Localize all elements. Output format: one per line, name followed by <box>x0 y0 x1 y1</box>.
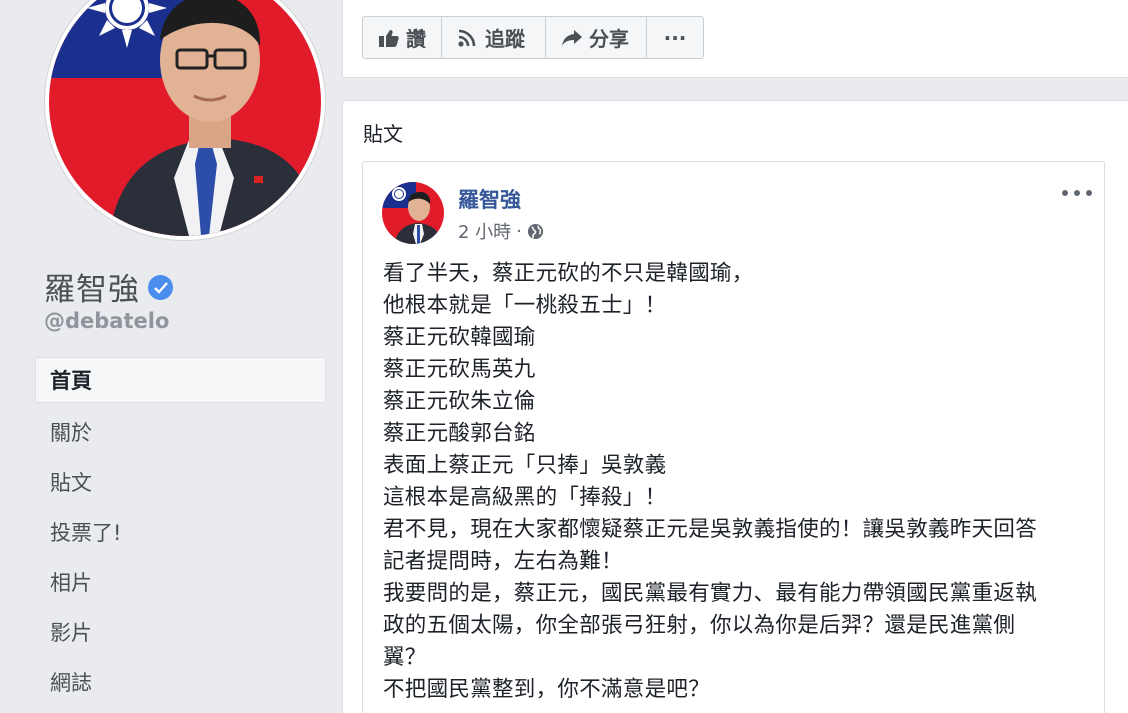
post-text-line: 記者提問時，左右為難！ <box>383 549 623 574</box>
like-label: 讚 <box>406 27 426 51</box>
post-text-line: 不把國民黨整到，你不滿意是吧？ <box>383 677 711 702</box>
post-text-line: 蔡正元砍朱立倫 <box>383 389 536 414</box>
post-text-line: 蔡正元酸郭台銘 <box>383 421 536 446</box>
post-text-line: 翼？ <box>383 645 427 670</box>
page-name-row: 羅智強 <box>44 264 173 309</box>
page-name[interactable]: 羅智強 <box>44 264 140 309</box>
nav-item-about[interactable]: 關於 <box>35 407 326 457</box>
post-author-avatar[interactable] <box>382 182 444 244</box>
post-timestamp[interactable]: 2 小時 <box>458 218 511 244</box>
nav-item-posts[interactable]: 貼文 <box>35 457 326 507</box>
posts-section-heading: 貼文 <box>363 122 403 146</box>
post-meta: 2 小時 · <box>458 218 544 244</box>
more-dots-icon: ··· <box>663 25 687 50</box>
post-text-line: 表面上蔡正元「只捧」吳敦義 <box>383 453 667 478</box>
nav-item-photos[interactable]: 相片 <box>35 557 326 607</box>
share-arrow-icon <box>562 29 582 46</box>
post-text-line: 看了半天，蔡正元砍的不只是韓國瑜， <box>383 261 754 286</box>
nav-item-notes[interactable]: 網誌 <box>35 657 326 707</box>
post-text-line: 蔡正元砍韓國瑜 <box>383 325 536 350</box>
profile-photo <box>49 0 321 236</box>
nav-item-vote[interactable]: 投票了! <box>35 507 326 557</box>
post-text-line: 君不見，現在大家都懷疑蔡正元是吳敦義指使的！讓吳敦義昨天回答 <box>383 517 1038 542</box>
globe-icon[interactable] <box>527 223 544 240</box>
page-navigation: 首頁 關於 貼文 投票了! 相片 影片 網誌 <box>35 357 326 707</box>
profile-picture[interactable] <box>45 0 325 240</box>
post-text-line: 政的五個太陽，你全部張弓狂射，你以為你是后羿？還是民進黨側 <box>383 613 1016 638</box>
post-options-icon[interactable] <box>1062 184 1092 202</box>
page-action-bar: 讚 追蹤 分享 ··· <box>362 16 704 59</box>
share-label: 分享 <box>589 27 629 51</box>
verified-badge-icon <box>148 275 173 300</box>
follow-button[interactable]: 追蹤 <box>441 16 546 59</box>
post-author-name[interactable]: 羅智強 <box>458 184 521 214</box>
rss-follow-icon <box>458 29 476 47</box>
post-body: 看了半天，蔡正元砍的不只是韓國瑜， 他根本就是「一桃殺五士」！ 蔡正元砍韓國瑜 … <box>383 258 1093 706</box>
thumbs-up-icon <box>379 29 399 47</box>
share-button[interactable]: 分享 <box>545 16 647 59</box>
more-actions-button[interactable]: ··· <box>646 16 704 59</box>
follow-label: 追蹤 <box>485 27 525 51</box>
post-text-line: 這根本是高級黑的「捧殺」！ <box>383 485 667 510</box>
like-button[interactable]: 讚 <box>362 16 442 59</box>
post-text-line: 蔡正元砍馬英九 <box>383 357 536 382</box>
nav-item-home[interactable]: 首頁 <box>35 357 326 403</box>
page-handle[interactable]: @debatelo <box>44 309 169 333</box>
nav-item-videos[interactable]: 影片 <box>35 607 326 657</box>
facebook-page: 羅智強 @debatelo 首頁 關於 貼文 投票了! 相片 影片 網誌 讚 追… <box>0 0 1128 713</box>
meta-separator: · <box>516 220 522 242</box>
post-text-line: 我要問的是，蔡正元，國民黨最有實力、最有能力帶領國民黨重返執 <box>383 581 1038 606</box>
post-text-line: 他根本就是「一桃殺五士」！ <box>383 293 667 318</box>
